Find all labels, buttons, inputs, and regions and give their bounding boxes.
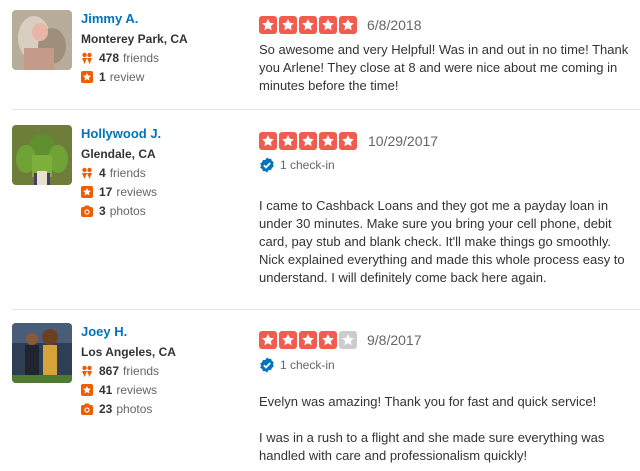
star-filled-icon [259, 132, 277, 150]
review-date: 6/8/2018 [367, 17, 422, 33]
checkin-icon [260, 157, 274, 173]
star-filled-icon [279, 331, 297, 349]
reviews-label: review [109, 70, 145, 84]
user-info: Hollywood J. Glendale, CA 4 friends 17 r… [81, 125, 251, 220]
review-date: 10/29/2017 [368, 133, 439, 149]
review-count: 41 reviews [81, 381, 251, 399]
star-filled-icon [339, 132, 357, 150]
friends-label: friends [123, 51, 160, 65]
star-filled-icon [279, 16, 297, 34]
reviews-label: reviews [116, 383, 158, 397]
friends-number: 867 [99, 364, 120, 378]
photos-number: 3 [99, 204, 106, 218]
star-filled-icon [299, 331, 317, 349]
review-item: Joey H. Los Angeles, CA 867 friends 41 r… [0, 309, 640, 471]
star-filled-icon [299, 132, 317, 150]
review-text: I came to Cashback Loans and they got me… [259, 197, 631, 287]
friends-icon [81, 365, 93, 377]
checkin-badge: 1 check-in [259, 156, 335, 174]
star-filled-icon [339, 16, 357, 34]
photo-count: 23 photos [81, 400, 251, 418]
user-location: Glendale, CA [81, 147, 156, 161]
friends-number: 4 [99, 166, 106, 180]
reviews-label: reviews [116, 185, 158, 199]
friends-icon [81, 167, 93, 179]
reviews-number: 41 [99, 383, 113, 397]
review-date: 9/8/2017 [367, 332, 422, 348]
review-count: 1 review [81, 68, 251, 86]
review-paragraph: Nick explained everything and made this … [259, 252, 625, 285]
review-paragraph: I came to Cashback Loans and they got me… [259, 198, 612, 249]
user-name[interactable]: Joey H. [81, 323, 251, 341]
friends-count: 478 friends [81, 49, 251, 67]
star-rating [259, 16, 359, 36]
friends-count: 867 friends [81, 362, 251, 380]
checkin-badge: 1 check-in [259, 356, 335, 374]
camera-icon [81, 205, 93, 217]
friends-number: 478 [99, 51, 120, 65]
friends-count: 4 friends [81, 164, 251, 182]
reviews-number: 17 [99, 185, 113, 199]
user-avatar[interactable] [12, 323, 72, 383]
photos-label: photos [116, 402, 153, 416]
star-filled-icon [319, 331, 337, 349]
friends-label: friends [109, 166, 146, 180]
user-info: Jimmy A. Monterey Park, CA 478 friends 1… [81, 10, 251, 86]
star-badge-icon [81, 186, 93, 198]
review-item: Jimmy A. Monterey Park, CA 478 friends 1… [0, 0, 640, 109]
photos-number: 23 [99, 402, 113, 416]
star-rating [259, 331, 359, 351]
star-filled-icon [299, 16, 317, 34]
review-text: So awesome and very Helpful! Was in and … [259, 41, 631, 95]
user-name[interactable]: Hollywood J. [81, 125, 251, 143]
checkin-icon [260, 357, 274, 373]
photos-label: photos [109, 204, 146, 218]
review-paragraph: So awesome and very Helpful! Was in and … [259, 42, 629, 93]
star-filled-icon [279, 132, 297, 150]
star-filled-icon [259, 331, 277, 349]
checkin-label: 1 check-in [280, 358, 335, 372]
star-empty-icon [339, 331, 357, 349]
camera-icon [81, 403, 93, 415]
review-text: Evelyn was amazing! Thank you for fast a… [259, 393, 631, 465]
star-filled-icon [259, 16, 277, 34]
review-paragraph: Evelyn was amazing! Thank you for fast a… [259, 394, 597, 409]
checkin-label: 1 check-in [280, 158, 335, 172]
photo-count: 3 photos [81, 202, 251, 220]
user-name[interactable]: Jimmy A. [81, 10, 251, 28]
star-badge-icon [81, 384, 93, 396]
user-avatar[interactable] [12, 125, 72, 185]
review-item: Hollywood J. Glendale, CA 4 friends 17 r… [0, 110, 640, 308]
star-rating [259, 132, 359, 152]
review-paragraph: I was in a rush to a flight and she made… [259, 430, 605, 463]
user-avatar[interactable] [12, 10, 72, 70]
user-info: Joey H. Los Angeles, CA 867 friends 41 r… [81, 323, 251, 418]
star-filled-icon [319, 16, 337, 34]
friends-icon [81, 52, 93, 64]
user-location: Monterey Park, CA [81, 32, 188, 46]
user-location: Los Angeles, CA [81, 345, 176, 359]
review-count: 17 reviews [81, 183, 251, 201]
reviews-number: 1 [99, 70, 106, 84]
friends-label: friends [123, 364, 160, 378]
star-badge-icon [81, 71, 93, 83]
star-filled-icon [319, 132, 337, 150]
